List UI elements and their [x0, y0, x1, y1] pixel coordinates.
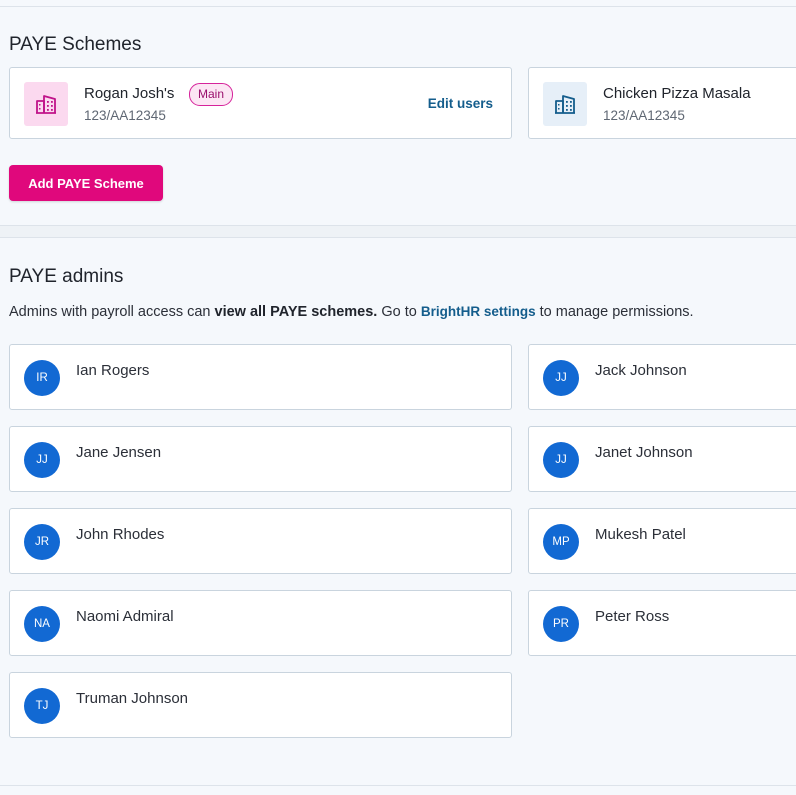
- admin-name: Jack Johnson: [595, 362, 687, 379]
- add-paye-scheme-button[interactable]: Add PAYE Scheme: [9, 165, 163, 201]
- scheme-code: 123/AA12345: [84, 108, 166, 123]
- scheme-name: Rogan Josh's: [84, 85, 175, 102]
- scheme-name: Chicken Pizza Masala: [603, 85, 751, 102]
- main-badge: Main: [189, 83, 234, 106]
- admin-name: Peter Ross: [595, 608, 670, 625]
- avatar: NA: [24, 606, 60, 642]
- admin-card: MP Mukesh Patel: [528, 508, 796, 574]
- avatar: TJ: [24, 688, 60, 724]
- avatar: MP: [543, 524, 579, 560]
- description-text: Go to: [377, 304, 421, 320]
- admin-name: Truman Johnson: [76, 690, 189, 707]
- paye-schemes-title: PAYE Schemes: [9, 34, 142, 55]
- admin-card: JJ Janet Johnson: [528, 426, 796, 492]
- section-divider: [0, 225, 796, 238]
- edit-users-link[interactable]: Edit users: [428, 96, 493, 111]
- paye-admins-title: PAYE admins: [9, 266, 124, 287]
- admin-name: John Rhodes: [76, 526, 165, 543]
- building-icon: [24, 82, 68, 126]
- building-icon: [543, 82, 587, 126]
- admin-card: NA Naomi Admiral: [9, 590, 512, 656]
- avatar: JJ: [543, 442, 579, 478]
- admin-name: Jane Jensen: [76, 444, 162, 461]
- scheme-card-chicken-pizza-masala: Chicken Pizza Masala 123/AA12345: [528, 67, 796, 139]
- avatar: JJ: [24, 442, 60, 478]
- avatar: PR: [543, 606, 579, 642]
- description-emphasis: view all PAYE schemes.: [214, 304, 378, 320]
- admin-name: Janet Johnson: [595, 444, 693, 461]
- scheme-card-rogan-josh: Rogan Josh's Main 123/AA12345 Edit users: [9, 67, 512, 139]
- admin-card: TJ Truman Johnson: [9, 672, 512, 738]
- admin-name: Naomi Admiral: [76, 608, 174, 625]
- paye-admins-description: Admins with payroll access can view all …: [9, 304, 694, 320]
- description-text: Admins with payroll access can: [9, 304, 215, 320]
- avatar: JJ: [543, 360, 579, 396]
- bottom-divider: [0, 785, 796, 786]
- admin-name: Mukesh Patel: [595, 526, 686, 543]
- admin-card: JJ Jack Johnson: [528, 344, 796, 410]
- admin-card: JJ Jane Jensen: [9, 426, 512, 492]
- top-divider: [0, 6, 796, 7]
- scheme-code: 123/AA12345: [603, 108, 685, 123]
- admin-name: Ian Rogers: [76, 362, 150, 379]
- description-text: to manage permissions.: [535, 304, 694, 320]
- admin-card: IR Ian Rogers: [9, 344, 512, 410]
- avatar: IR: [24, 360, 60, 396]
- admin-card: PR Peter Ross: [528, 590, 796, 656]
- avatar: JR: [24, 524, 60, 560]
- brighthr-settings-link[interactable]: BrightHR settings: [421, 304, 536, 319]
- admin-card: JR John Rhodes: [9, 508, 512, 574]
